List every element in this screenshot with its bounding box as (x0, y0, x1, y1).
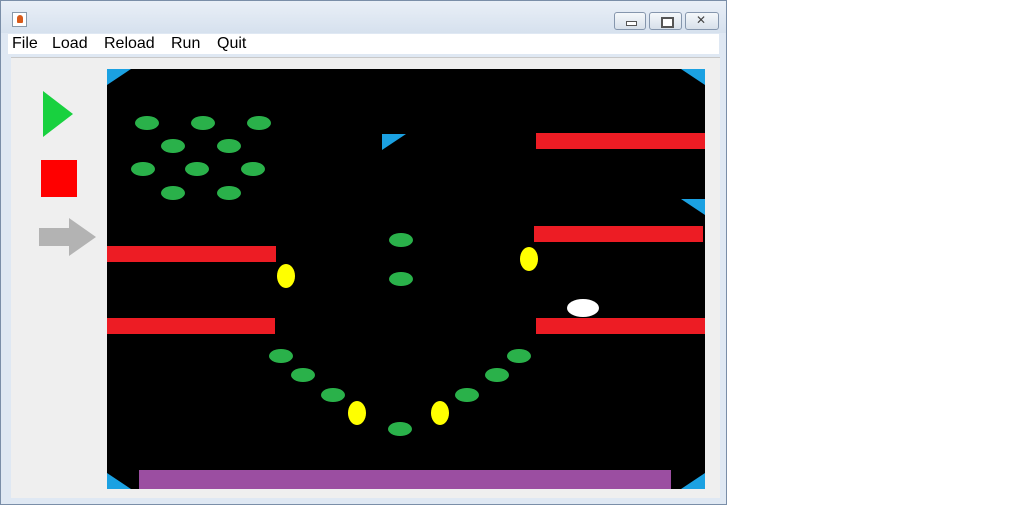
board-canvas (107, 69, 705, 489)
circle-bumper (321, 388, 345, 402)
wall (536, 133, 705, 149)
game-board[interactable] (107, 69, 705, 489)
circle-bumper (161, 139, 185, 153)
menu-run[interactable]: Run (171, 35, 200, 53)
circle-bumper (131, 162, 155, 176)
title-bar[interactable] (1, 1, 726, 33)
app-window: File Load Reload Run Quit (0, 0, 727, 505)
circle-bumper (191, 116, 215, 130)
circle-bumper (455, 388, 479, 402)
circle-bumper (241, 162, 265, 176)
circle-bumper (291, 368, 315, 382)
step-arrow-icon[interactable] (39, 218, 97, 256)
minimize-button[interactable] (614, 12, 646, 30)
circle-bumper (507, 349, 531, 363)
play-icon[interactable] (43, 91, 73, 137)
stop-icon[interactable] (41, 160, 77, 197)
wall (534, 226, 703, 242)
flipper (520, 247, 538, 271)
circle-bumper (388, 422, 412, 436)
circle-bumper (185, 162, 209, 176)
ball (567, 299, 599, 317)
wall (107, 246, 276, 262)
wall (107, 318, 275, 334)
menu-quit[interactable]: Quit (217, 35, 246, 53)
wall (536, 318, 705, 334)
triangle-bumper (382, 134, 406, 150)
circle-bumper (247, 116, 271, 130)
triangle-bumper (681, 69, 705, 85)
triangle-bumper (107, 473, 131, 489)
main-content (11, 57, 720, 498)
menu-file[interactable]: File (12, 35, 38, 53)
flipper (431, 401, 449, 425)
circle-bumper (217, 186, 241, 200)
circle-bumper (389, 272, 413, 286)
flipper (277, 264, 295, 288)
circle-bumper (389, 233, 413, 247)
circle-bumper (135, 116, 159, 130)
circle-bumper (217, 139, 241, 153)
menu-reload[interactable]: Reload (104, 35, 155, 53)
circle-bumper (269, 349, 293, 363)
java-app-icon[interactable] (12, 12, 27, 27)
triangle-bumper (681, 473, 705, 489)
flipper (348, 401, 366, 425)
triangle-bumper (681, 199, 705, 215)
menu-load[interactable]: Load (52, 35, 88, 53)
circle-bumper (485, 368, 509, 382)
circle-bumper (161, 186, 185, 200)
maximize-button[interactable] (649, 12, 682, 30)
triangle-bumper (107, 69, 131, 85)
absorber (139, 470, 671, 489)
close-button[interactable] (685, 12, 719, 30)
menu-bar: File Load Reload Run Quit (8, 34, 719, 54)
